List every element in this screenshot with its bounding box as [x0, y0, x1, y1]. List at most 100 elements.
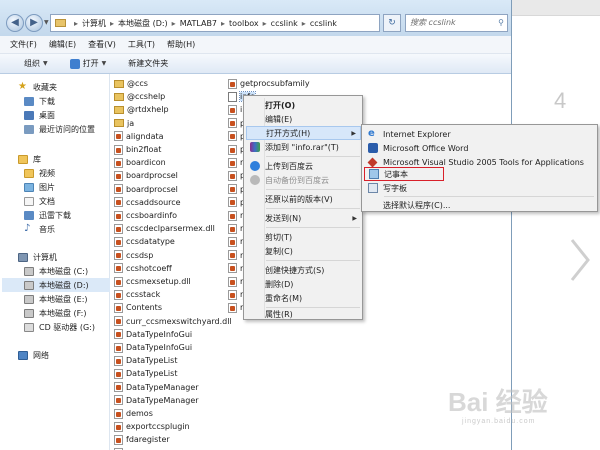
- context-auto-backup-baidu-cloud[interactable]: 自动备份到百度云: [246, 173, 361, 187]
- context-restore-previous-versions[interactable]: 还原以前的版本(V): [246, 192, 361, 206]
- sidebar-item-recent[interactable]: 最近访问的位置: [24, 122, 95, 136]
- file-item[interactable]: curr_ccsmexswitchyard.dll: [114, 315, 232, 328]
- context-send-to[interactable]: 发送到(N) ▶: [246, 211, 361, 225]
- file-item[interactable]: aligndata: [114, 130, 164, 143]
- file-item-partial[interactable]: r: [228, 275, 243, 288]
- context-delete[interactable]: 删除(D): [246, 277, 361, 291]
- breadcrumb-matlab7[interactable]: MATLAB7: [180, 19, 217, 28]
- file-item-partial[interactable]: i: [228, 103, 242, 116]
- sidebar-item-thunder-downloads[interactable]: 迅雷下载: [24, 208, 71, 222]
- sidebar-network[interactable]: 网络: [18, 348, 49, 362]
- sidebar-item-desktop[interactable]: 桌面: [24, 108, 55, 122]
- menu-file[interactable]: 文件(F): [10, 39, 37, 50]
- file-item[interactable]: boardprocsel: [114, 169, 178, 182]
- sidebar-item-music[interactable]: ♪ 音乐: [24, 222, 55, 236]
- file-item[interactable]: demos: [114, 407, 153, 420]
- file-item[interactable]: ccsdsp: [114, 249, 153, 262]
- menu-help[interactable]: 帮助(H): [167, 39, 195, 50]
- file-item-partial[interactable]: r: [228, 156, 243, 169]
- sidebar-favorites[interactable]: ★ 收藏夹: [18, 80, 57, 94]
- file-item[interactable]: generateccsmsgid: [114, 447, 200, 450]
- forward-button[interactable]: ▶: [25, 14, 43, 32]
- file-item[interactable]: ccsstack: [114, 288, 160, 301]
- refresh-icon[interactable]: ↻: [383, 14, 401, 32]
- sidebar-item-cd-drive[interactable]: CD 驱动器 (G:): [24, 320, 95, 334]
- file-item[interactable]: DataTypeList: [114, 367, 177, 380]
- open-with-internet-explorer[interactable]: e Internet Explorer: [364, 127, 596, 141]
- menu-tools[interactable]: 工具(T): [128, 39, 155, 50]
- file-item[interactable]: @rtdxhelp: [114, 103, 169, 116]
- open-with-notepad[interactable]: 记事本: [364, 167, 444, 181]
- file-item-partial[interactable]: r: [228, 249, 243, 262]
- file-item[interactable]: DataTypeInfoGui: [114, 341, 192, 354]
- sidebar-computer[interactable]: 计算机: [18, 250, 57, 264]
- breadcrumb-toolbox[interactable]: toolbox: [229, 19, 259, 28]
- back-button[interactable]: ◀: [6, 14, 24, 32]
- context-edit[interactable]: 编辑(E): [246, 112, 361, 126]
- next-slide-arrow-icon[interactable]: [568, 236, 592, 284]
- file-item-partial[interactable]: r: [228, 235, 243, 248]
- new-folder-button[interactable]: 新建文件夹: [120, 57, 176, 70]
- open-button[interactable]: 打开 ▼: [62, 57, 115, 70]
- file-item[interactable]: ccshotcoeff: [114, 262, 172, 275]
- context-add-to-archive[interactable]: 添加到 "info.rar"(T): [246, 140, 361, 154]
- open-with-wordpad[interactable]: 写字板: [364, 181, 596, 195]
- file-item[interactable]: ccsmexsetup.dll: [114, 275, 191, 288]
- sidebar-item-pictures[interactable]: 图片: [24, 180, 55, 194]
- matlab-file-icon: [228, 289, 237, 300]
- matlab-file-icon: [114, 184, 123, 195]
- file-item[interactable]: DataTypeInfoGui: [114, 328, 192, 341]
- context-properties[interactable]: 属性(R): [246, 309, 361, 319]
- search-input[interactable]: 搜索 ccslink ⚲: [405, 14, 508, 32]
- sidebar-item-downloads[interactable]: 下载: [24, 94, 55, 108]
- file-item[interactable]: ccscdeclparsermex.dll: [114, 222, 215, 235]
- file-item[interactable]: boardprocsel: [114, 183, 178, 196]
- breadcrumb-computer[interactable]: 计算机: [82, 18, 106, 29]
- context-open[interactable]: 打开(O): [246, 98, 361, 112]
- context-rename[interactable]: 重命名(M): [246, 291, 361, 305]
- file-item[interactable]: Contents: [114, 301, 162, 314]
- file-item[interactable]: exportccsplugin: [114, 420, 190, 433]
- open-with-choose-default[interactable]: 选择默认程序(C)...: [364, 198, 596, 212]
- matlab-file-icon: [114, 329, 123, 340]
- sidebar-libraries[interactable]: 库: [18, 152, 41, 166]
- file-item[interactable]: DataTypeList: [114, 354, 177, 367]
- menu-edit[interactable]: 编辑(E): [49, 39, 76, 50]
- file-item[interactable]: getprocsubfamily: [228, 77, 310, 90]
- context-open-with[interactable]: 打开方式(H) ▶: [246, 126, 361, 140]
- file-item-partial[interactable]: r: [228, 209, 243, 222]
- sidebar-item-documents[interactable]: 文档: [24, 194, 55, 208]
- address-input[interactable]: ▸ 计算机 ▸ 本地磁盘 (D:) ▸ MATLAB7 ▸ toolbox ▸ …: [50, 14, 380, 32]
- file-item[interactable]: fdaregister: [114, 433, 170, 446]
- open-with-word[interactable]: Microsoft Office Word: [364, 141, 596, 155]
- file-item[interactable]: DataTypeManager: [114, 394, 199, 407]
- breadcrumb-drive-d[interactable]: 本地磁盘 (D:): [118, 18, 168, 29]
- sidebar-item-drive-f[interactable]: 本地磁盘 (F:): [24, 306, 86, 320]
- breadcrumb-ccslink-current[interactable]: ccslink: [310, 19, 337, 28]
- file-item[interactable]: ccsaddsource: [114, 196, 181, 209]
- context-create-shortcut[interactable]: 创建快捷方式(S): [246, 263, 361, 277]
- context-upload-baidu-cloud[interactable]: 上传到百度云: [246, 159, 361, 173]
- context-copy[interactable]: 复制(C): [246, 244, 361, 258]
- recent-pages-dropdown-icon[interactable]: ▼: [44, 19, 49, 26]
- sidebar-item-drive-c[interactable]: 本地磁盘 (C:): [24, 264, 88, 278]
- file-item-partial[interactable]: r: [228, 262, 243, 275]
- sidebar-item-drive-e[interactable]: 本地磁盘 (E:): [24, 292, 88, 306]
- menu-view[interactable]: 查看(V): [88, 39, 116, 50]
- file-item[interactable]: boardicon: [114, 156, 166, 169]
- organize-button[interactable]: 组织 ▼: [16, 57, 56, 70]
- file-item-partial[interactable]: r: [228, 301, 243, 314]
- file-item-partial[interactable]: r: [228, 288, 243, 301]
- file-item[interactable]: @ccshelp: [114, 90, 165, 103]
- file-item[interactable]: @ccs: [114, 77, 148, 90]
- file-item[interactable]: ccsdatatype: [114, 235, 175, 248]
- file-item[interactable]: ja: [114, 117, 134, 130]
- breadcrumb-ccslink[interactable]: ccslink: [271, 19, 298, 28]
- file-item[interactable]: bin2float: [114, 143, 161, 156]
- context-cut[interactable]: 剪切(T): [246, 230, 361, 244]
- sidebar-item-drive-d[interactable]: 本地磁盘 (D:): [2, 278, 110, 292]
- file-item-partial[interactable]: r: [228, 222, 243, 235]
- sidebar-item-videos[interactable]: 视频: [24, 166, 55, 180]
- file-item[interactable]: DataTypeManager: [114, 381, 199, 394]
- file-item[interactable]: ccsboardinfo: [114, 209, 177, 222]
